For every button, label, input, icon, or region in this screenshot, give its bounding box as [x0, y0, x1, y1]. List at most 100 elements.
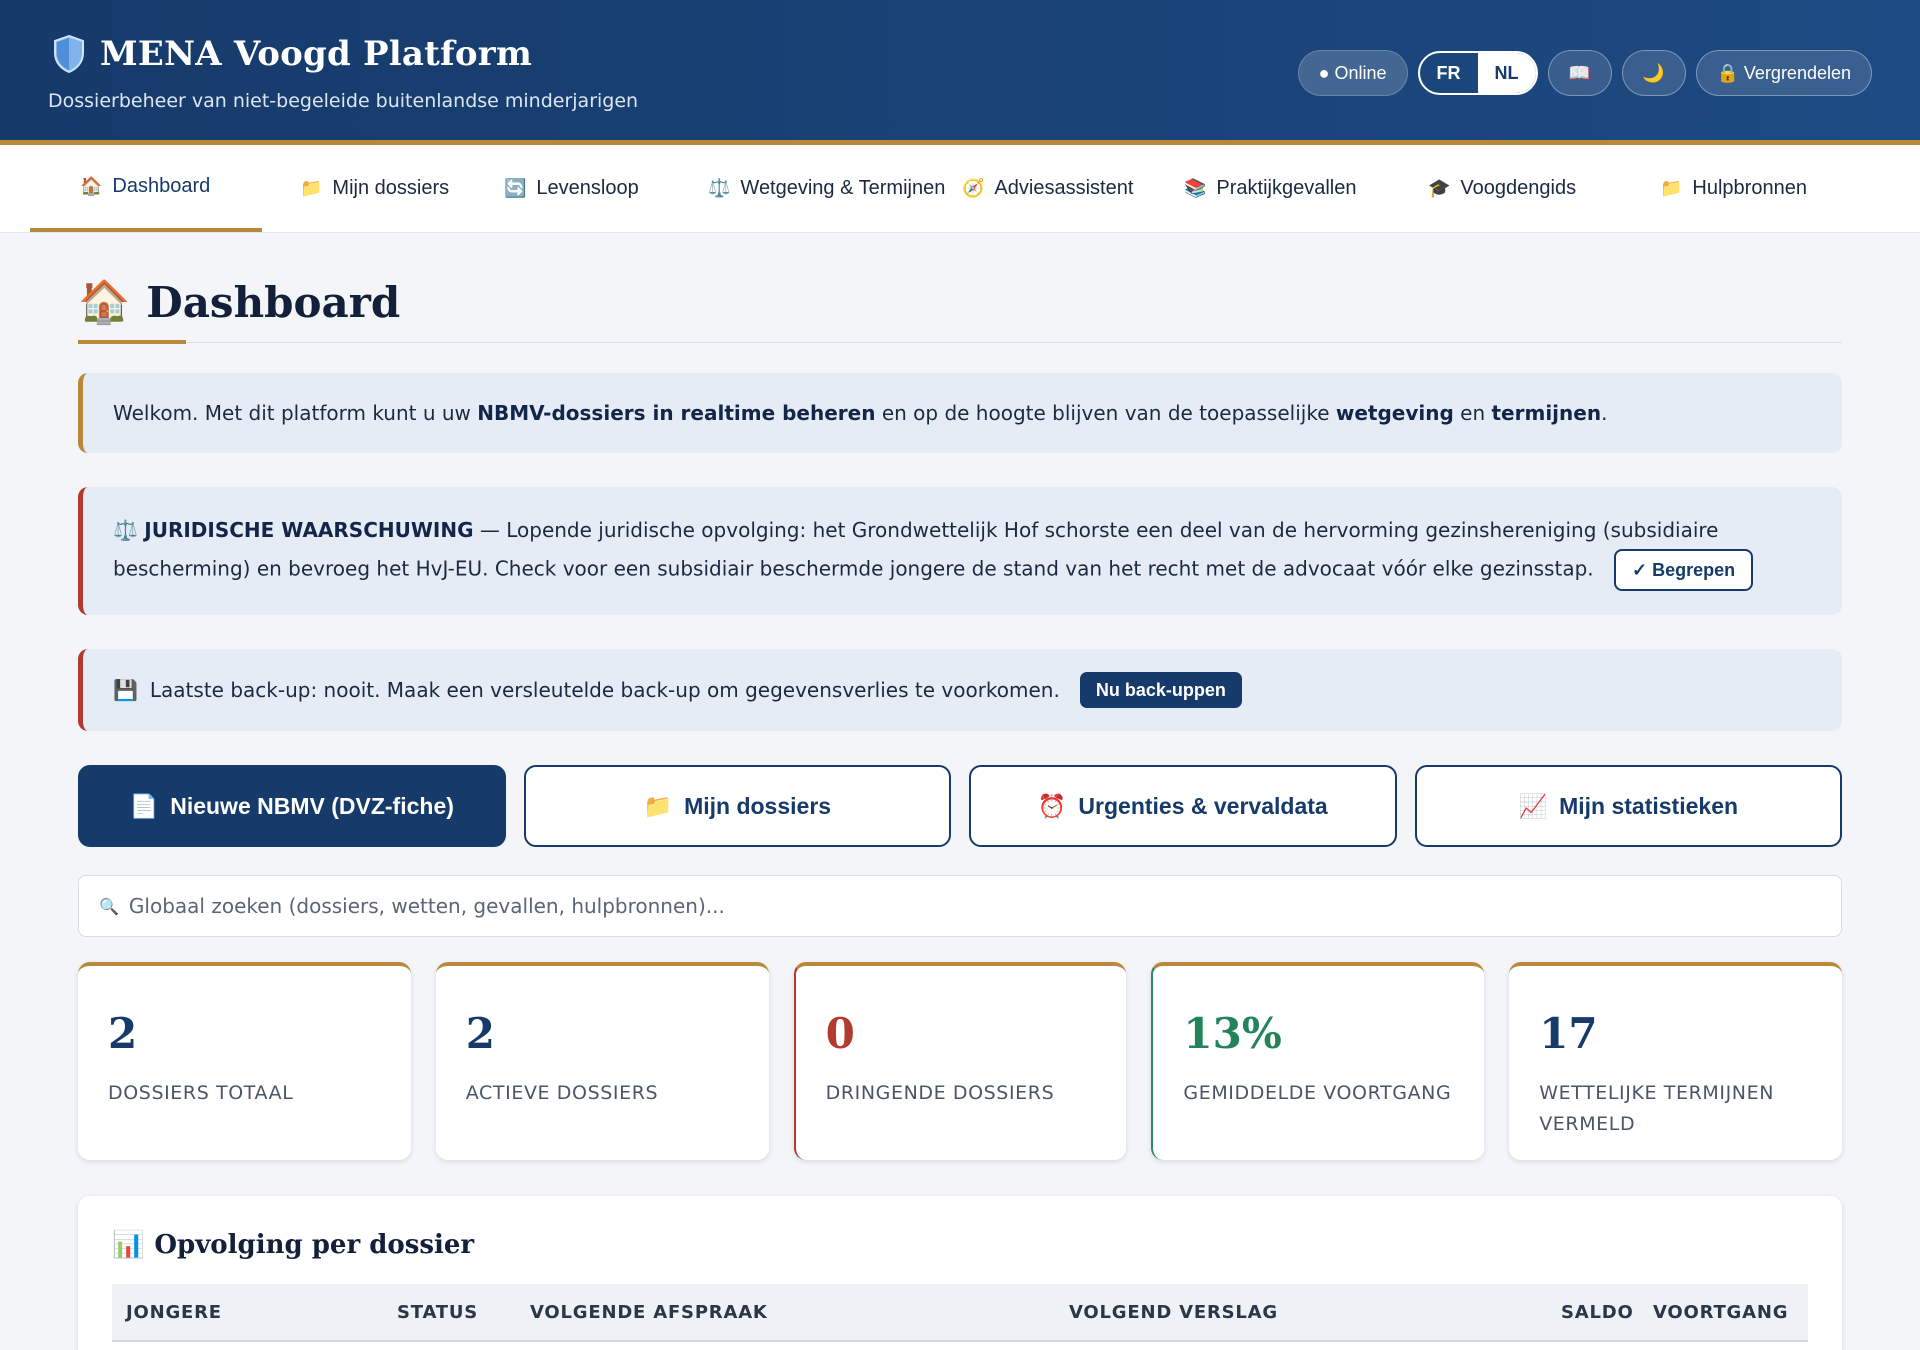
- backup-warning: 💾 Laatste back-up: nooit. Maak een versl…: [78, 649, 1842, 731]
- online-status: ● Online: [1297, 50, 1408, 96]
- welcome-banner: Welkom. Met dit platform kunt u uw NBMV-…: [78, 373, 1842, 453]
- nav-item-label: Wetgeving & Termijnen: [740, 177, 946, 199]
- page-title-text: Dashboard: [146, 277, 401, 327]
- welcome-highlight: wetgeving: [1335, 401, 1454, 425]
- acknowledge-button[interactable]: ✓ Begrepen: [1613, 549, 1754, 591]
- backup-text: Laatste back-up: nooit. Maak een versleu…: [149, 678, 1060, 702]
- nav-item-wetgeving[interactable]: ⚖️ Wetgeving & Termijnen: [708, 145, 962, 232]
- panel-title: 📊 Opvolging per dossier: [112, 1230, 1808, 1260]
- title-underline: [78, 340, 186, 344]
- legal-warning: ⚖️ JURIDISCHE WAARSCHUWING — Lopende jur…: [78, 487, 1842, 615]
- folder-icon: 📁: [643, 792, 673, 819]
- app-header: MENA Voogd Platform Dossierbeheer van ni…: [0, 0, 1920, 145]
- main-content: 🏠 Dashboard Welkom. Met dit platform kun…: [0, 233, 1920, 1350]
- backup-now-button[interactable]: Nu back-uppen: [1079, 672, 1242, 708]
- guide-button[interactable]: 📖: [1547, 50, 1612, 96]
- panel-title-text: Opvolging per dossier: [154, 1230, 475, 1260]
- stat-value: 17: [1539, 1009, 1598, 1058]
- nav-item-label: Praktijkgevallen: [1216, 177, 1357, 199]
- stat-value: 2: [465, 1009, 496, 1058]
- document-icon: 📄: [129, 792, 159, 819]
- language-switch: FR NL: [1417, 51, 1538, 95]
- shield-icon: [54, 34, 84, 74]
- stat-card-urgent: 0 Dringende dossiers: [793, 962, 1127, 1160]
- lang-nl-button[interactable]: NL: [1477, 53, 1536, 93]
- book-icon: 📖: [1568, 62, 1591, 83]
- scales-icon: ⚖️: [113, 518, 138, 542]
- stat-card-progress: 13% Gemiddelde voortgang: [1151, 962, 1485, 1160]
- my-dossiers-button[interactable]: 📁 Mijn dossiers: [523, 765, 951, 847]
- nav-item-label: Dashboard: [112, 175, 211, 197]
- stat-value: 13%: [1183, 1009, 1282, 1058]
- nav-item-mijn-dossiers[interactable]: 📁 Mijn dossiers: [262, 145, 504, 232]
- new-nbmv-button[interactable]: 📄 Nieuwe NBMV (DVZ-fiche): [78, 765, 506, 847]
- column-header-voortgang[interactable]: VOORTGANG: [1639, 1302, 1789, 1323]
- nav-item-dashboard[interactable]: 🏠 Dashboard: [30, 145, 262, 232]
- app-title: MENA Voogd Platform: [100, 34, 533, 74]
- brand: MENA Voogd Platform: [52, 34, 532, 74]
- page-header: 🏠 Dashboard: [78, 233, 1842, 344]
- welcome-text: en: [1453, 401, 1492, 425]
- quick-actions: 📄 Nieuwe NBMV (DVZ-fiche) 📁 Mijn dossier…: [78, 765, 1842, 847]
- welcome-text: Welkom. Met dit platform kunt u uw: [113, 401, 478, 425]
- stat-card-deadlines: 17 Wettelijke termijnen vermeld: [1509, 962, 1842, 1160]
- stat-value: 0: [825, 1009, 855, 1058]
- welcome-highlight: NBMV-dossiers in realtime beheren: [477, 401, 876, 425]
- global-search-input[interactable]: [128, 894, 1841, 918]
- nav-item-label: Voogdengids: [1460, 177, 1577, 199]
- column-header-saldo[interactable]: SALDO: [1547, 1302, 1639, 1323]
- welcome-text: .: [1601, 401, 1608, 425]
- nav-item-adviesassistent[interactable]: 🧭 Adviesassistent: [962, 145, 1184, 232]
- my-statistics-button[interactable]: 📈 Mijn statistieken: [1414, 765, 1842, 847]
- bar-chart-icon: 📊: [112, 1230, 145, 1260]
- app-subtitle: Dossierbeheer van niet-begeleide buitenl…: [48, 90, 639, 112]
- legal-warning-heading: JURIDISCHE WAARSCHUWING: [144, 518, 474, 542]
- graduation-cap-icon: 🎓: [1428, 178, 1451, 198]
- global-search: 🔍: [78, 875, 1842, 937]
- action-label: Mijn statistieken: [1559, 792, 1739, 819]
- stat-value: 2: [108, 1009, 138, 1058]
- scales-icon: ⚖️: [708, 178, 731, 198]
- nav-item-label: Hulpbronnen: [1692, 177, 1807, 199]
- welcome-text: en op de hoogte blijven van de toepassel…: [875, 401, 1336, 425]
- nav-item-label: Adviesassistent: [994, 177, 1134, 199]
- column-header-status[interactable]: STATUS: [383, 1302, 516, 1323]
- page-title: 🏠 Dashboard: [78, 277, 1842, 327]
- theme-toggle-button[interactable]: 🌙: [1621, 50, 1686, 96]
- stat-label: Dossiers totaal: [108, 1082, 294, 1104]
- column-header-jongere[interactable]: JONGERE: [112, 1302, 383, 1323]
- nav-item-label: Levensloop: [536, 177, 639, 199]
- action-label: Nieuwe NBMV (DVZ-fiche): [170, 792, 454, 819]
- nav-item-label: Mijn dossiers: [332, 177, 450, 199]
- nav-item-hulpbronnen[interactable]: 📁 Hulpbronnen: [1660, 145, 1850, 232]
- action-label: Urgenties & vervaldata: [1078, 792, 1328, 819]
- search-icon: 🔍: [99, 896, 119, 916]
- stat-label: Wettelijke termijnen vermeld: [1539, 1082, 1775, 1135]
- lock-button[interactable]: 🔒 Vergrendelen: [1695, 50, 1872, 96]
- books-icon: 📚: [1184, 178, 1207, 198]
- lang-fr-button[interactable]: FR: [1420, 53, 1478, 93]
- header-controls: ● Online FR NL 📖 🌙 🔒 Vergrendelen: [1297, 50, 1872, 96]
- nav-item-levensloop[interactable]: 🔄 Levensloop: [504, 145, 708, 232]
- stats-row: 2 Dossiers totaal 2 Actieve dossiers 0 D…: [78, 962, 1842, 1160]
- nav-item-praktijkgevallen[interactable]: 📚 Praktijkgevallen: [1184, 145, 1428, 232]
- floppy-disk-icon: 💾: [113, 678, 138, 702]
- folder-icon: 📁: [300, 178, 323, 198]
- stat-label: Dringende dossiers: [825, 1082, 1055, 1104]
- action-label: Mijn dossiers: [684, 792, 832, 819]
- table-header: JONGERE STATUS VOLGENDE AFSPRAAK VOLGEND…: [112, 1284, 1808, 1342]
- compass-icon: 🧭: [962, 178, 985, 198]
- nav-item-voogdengids[interactable]: 🎓 Voogdengids: [1428, 145, 1660, 232]
- column-header-volgend-verslag[interactable]: VOLGEND VERSLAG: [1055, 1302, 1547, 1323]
- column-header-volgende-afspraak[interactable]: VOLGENDE AFSPRAAK: [516, 1302, 1055, 1323]
- stat-card-active: 2 Actieve dossiers: [435, 962, 769, 1160]
- stat-label: Gemiddelde voortgang: [1183, 1082, 1452, 1104]
- refresh-icon: 🔄: [504, 178, 527, 198]
- urgencies-button[interactable]: ⏰ Urgenties & vervaldata: [969, 765, 1397, 847]
- main-nav: 🏠 Dashboard 📁 Mijn dossiers 🔄 Levensloop…: [0, 145, 1920, 233]
- stat-label: Actieve dossiers: [465, 1082, 659, 1104]
- welcome-highlight: termijnen: [1491, 401, 1602, 425]
- alarm-clock-icon: ⏰: [1037, 792, 1067, 819]
- folder-icon: 📁: [1660, 178, 1683, 198]
- home-icon: 🏠: [78, 277, 131, 326]
